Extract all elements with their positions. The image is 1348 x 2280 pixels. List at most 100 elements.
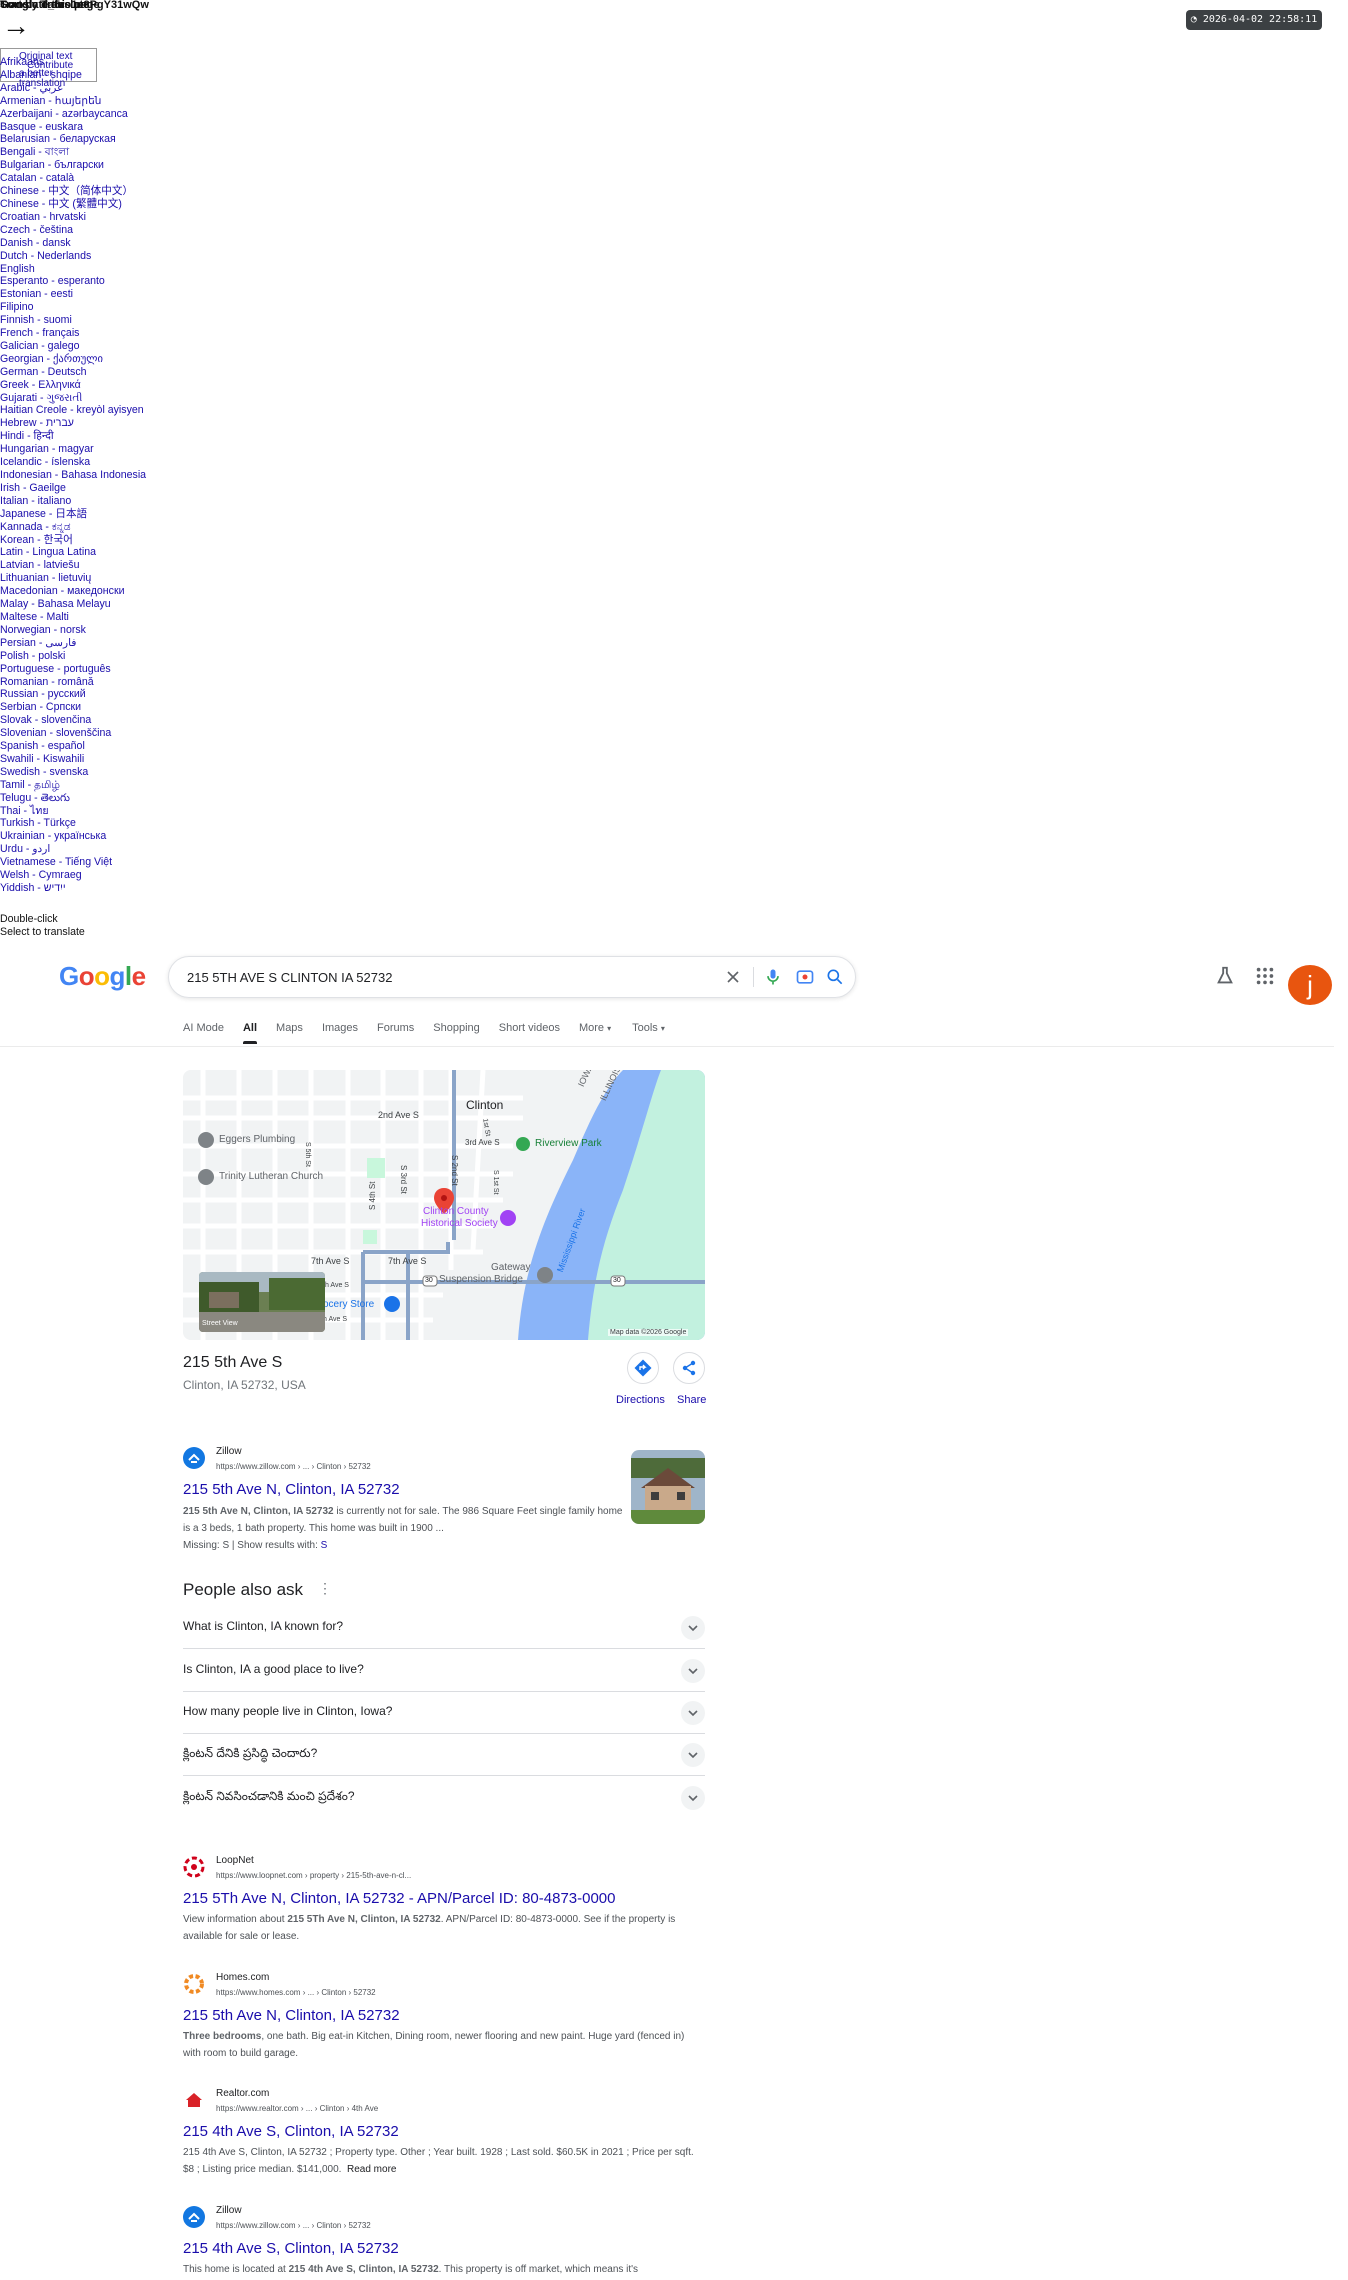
search-icon[interactable] <box>825 967 845 987</box>
language-option[interactable]: Persian - فارسی <box>0 637 146 650</box>
result-title-link[interactable]: 215 5th Ave N, Clinton, IA 52732 <box>183 2007 400 2024</box>
result-url[interactable]: https://www.homes.com › ... › Clinton › … <box>216 1988 376 1997</box>
more-options-icon[interactable]: ⋮ <box>318 1580 332 1597</box>
expand-chevron-icon[interactable] <box>681 1701 705 1725</box>
tab-more[interactable]: More ▾ <box>579 1022 611 1042</box>
read-more-link[interactable]: Read more <box>347 2164 396 2175</box>
language-option[interactable]: Gujarati - ગુજરાતી <box>0 392 146 405</box>
language-option[interactable]: Catalan - català <box>0 172 146 185</box>
language-option[interactable]: Chinese - 中文 (繁體中文) <box>0 198 146 211</box>
map-poi-trinity-church[interactable]: Trinity Lutheran Church <box>219 1171 323 1182</box>
result-title-link[interactable]: 215 4th Ave S, Clinton, IA 52732 <box>183 2123 399 2140</box>
language-option[interactable]: Albanian - shqipe <box>0 69 146 82</box>
tab-images[interactable]: Images <box>322 1022 358 1042</box>
language-option[interactable]: Filipino <box>0 301 146 314</box>
language-option[interactable]: Armenian - հայերեն <box>0 95 146 108</box>
language-option[interactable]: Latin - Lingua Latina <box>0 546 146 559</box>
language-option[interactable]: Telugu - తెలుగు <box>0 792 146 805</box>
paa-question[interactable]: What is Clinton, IA known for? <box>183 1606 705 1649</box>
language-option[interactable]: Macedonian - македонски <box>0 585 146 598</box>
language-option[interactable]: Estonian - eesti <box>0 288 146 301</box>
street-view-thumbnail[interactable]: Street View <box>199 1272 325 1332</box>
map-poi-historical-society[interactable]: Clinton County <box>423 1206 489 1217</box>
language-option[interactable]: Romanian - română <box>0 676 146 689</box>
language-option[interactable]: Azerbaijani - azərbaycanca <box>0 108 146 121</box>
search-box[interactable] <box>168 956 856 998</box>
language-option[interactable]: Latvian - latviešu <box>0 559 146 572</box>
map-poi-gateway[interactable]: Gateway <box>491 1262 530 1273</box>
language-option[interactable]: Hungarian - magyar <box>0 443 146 456</box>
language-option[interactable]: Korean - 한국어 <box>0 534 146 547</box>
result-title-link[interactable]: 215 4th Ave S, Clinton, IA 52732 <box>183 2240 399 2257</box>
result-url[interactable]: https://www.loopnet.com › property › 215… <box>216 1871 411 1880</box>
language-option[interactable]: Afrikaans <box>0 56 146 69</box>
expand-chevron-icon[interactable] <box>681 1786 705 1810</box>
language-option[interactable]: Hindi - हिन्दी <box>0 430 146 443</box>
tab-short-videos[interactable]: Short videos <box>499 1022 560 1042</box>
language-option[interactable]: Russian - русский <box>0 688 146 701</box>
map-poi-eggers-plumbing[interactable]: Eggers Plumbing <box>219 1134 295 1145</box>
map-poi-riverview-park[interactable]: Riverview Park <box>535 1138 602 1149</box>
language-option[interactable]: Vietnamese - Tiếng Việt <box>0 856 146 869</box>
language-option[interactable]: Indonesian - Bahasa Indonesia <box>0 469 146 482</box>
language-option[interactable]: Greek - Ελληνικά <box>0 379 146 392</box>
language-option[interactable]: Polish - polski <box>0 650 146 663</box>
tab-maps[interactable]: Maps <box>276 1022 303 1042</box>
language-option[interactable]: Welsh - Cymraeg <box>0 869 146 882</box>
language-option[interactable]: Czech - čeština <box>0 224 146 237</box>
expand-chevron-icon[interactable] <box>681 1659 705 1683</box>
language-option[interactable]: Italian - italiano <box>0 495 146 508</box>
language-option[interactable]: Spanish - español <box>0 740 146 753</box>
language-option[interactable]: English <box>0 263 146 276</box>
result-title-link[interactable]: 215 5Th Ave N, Clinton, IA 52732 - APN/P… <box>183 1890 616 1907</box>
language-option[interactable]: Turkish - Türkçe <box>0 817 146 830</box>
language-option[interactable]: Croatian - hrvatski <box>0 211 146 224</box>
show-results-with-link[interactable]: S <box>321 1540 328 1551</box>
language-option[interactable]: Dutch - Nederlands <box>0 250 146 263</box>
language-option[interactable]: Slovak - slovenčina <box>0 714 146 727</box>
labs-flask-icon[interactable] <box>1214 965 1236 987</box>
microphone-icon[interactable] <box>763 967 783 987</box>
lens-icon[interactable] <box>795 967 815 987</box>
language-option[interactable]: Tamil - தமிழ் <box>0 779 146 792</box>
language-option[interactable]: Malay - Bahasa Melayu <box>0 598 146 611</box>
expand-chevron-icon[interactable] <box>681 1616 705 1640</box>
language-option[interactable]: Yiddish - ייִדיש <box>0 882 146 895</box>
paa-question[interactable]: క్లింటన్ నివసించడానికి మంచి ప్రదేశం? <box>183 1776 705 1818</box>
language-option[interactable]: Urdu - اردو <box>0 843 146 856</box>
search-input[interactable] <box>185 965 709 989</box>
language-option[interactable]: Thai - ไทย <box>0 805 146 818</box>
language-option[interactable]: Kannada - ಕನ್ನಡ <box>0 521 146 534</box>
result-title-link[interactable]: 215 5th Ave N, Clinton, IA 52732 <box>183 1481 400 1498</box>
language-option[interactable]: Ukrainian - українська <box>0 830 146 843</box>
language-option[interactable]: Slovenian - slovenščina <box>0 727 146 740</box>
language-option[interactable]: German - Deutsch <box>0 366 146 379</box>
account-avatar[interactable]: j <box>1288 965 1332 1005</box>
language-option[interactable]: Japanese - 日本語 <box>0 508 146 521</box>
tab-shopping[interactable]: Shopping <box>433 1022 480 1042</box>
language-option[interactable]: Galician - galego <box>0 340 146 353</box>
result-url[interactable]: https://www.zillow.com › ... › Clinton ›… <box>216 1462 371 1471</box>
share-label[interactable]: Share <box>677 1394 706 1406</box>
clear-icon[interactable] <box>723 967 743 987</box>
language-option[interactable]: Basque - euskara <box>0 121 146 134</box>
language-option[interactable]: Belarusian - беларуская <box>0 133 146 146</box>
tab-all[interactable]: All <box>243 1022 257 1042</box>
language-option[interactable]: Lithuanian - lietuvių <box>0 572 146 585</box>
language-option[interactable]: Chinese - 中文（简体中文） <box>0 185 146 198</box>
language-option[interactable]: Danish - dansk <box>0 237 146 250</box>
language-option[interactable]: Georgian - ქართული <box>0 353 146 366</box>
arrow-right-icon[interactable]: → <box>2 12 30 40</box>
language-option[interactable]: Hebrew - עברית <box>0 417 146 430</box>
language-option[interactable]: Haitian Creole - kreyòl ayisyen <box>0 404 146 417</box>
map-poi-grocery[interactable]: ocery Store <box>323 1299 374 1310</box>
paa-question[interactable]: How many people live in Clinton, Iowa? <box>183 1691 705 1734</box>
result-url[interactable]: https://www.realtor.com › ... › Clinton … <box>216 2104 378 2113</box>
directions-label[interactable]: Directions <box>616 1394 665 1406</box>
language-option[interactable]: Norwegian - norsk <box>0 624 146 637</box>
result-url[interactable]: https://www.zillow.com › ... › Clinton ›… <box>216 2221 371 2230</box>
language-option[interactable]: Arabic - عربي <box>0 82 146 95</box>
apps-grid-icon[interactable] <box>1254 965 1276 987</box>
tab-ai-mode[interactable]: AI Mode <box>183 1022 224 1042</box>
directions-button[interactable] <box>627 1352 659 1384</box>
